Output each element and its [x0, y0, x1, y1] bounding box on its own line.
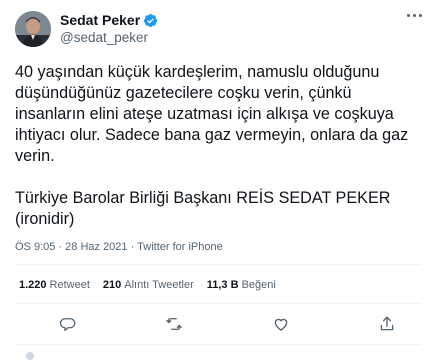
- quotes-stat[interactable]: 210 Alıntı Tweetler: [103, 279, 194, 291]
- more-dots-icon[interactable]: [407, 14, 422, 17]
- reply-icon[interactable]: [57, 313, 79, 335]
- tweet-line: 40 yaşından küçük kardeşlerim, namuslu o…: [15, 63, 380, 81]
- tweet-text: 40 yaşından küçük kardeşlerim, namuslu o…: [15, 62, 425, 230]
- tweet-line: verin.: [15, 147, 55, 165]
- action-bar: [0, 313, 436, 335]
- verified-badge-icon: [143, 13, 158, 28]
- quotes-label: Alıntı Tweetler: [124, 279, 194, 291]
- tweet-card: Sedat Peker @sedat_peker 40 yaşından küç…: [0, 0, 436, 360]
- retweets-stat[interactable]: 1.220 Retweet: [19, 279, 90, 291]
- quotes-count: 210: [102, 279, 122, 291]
- author-name-row[interactable]: Sedat Peker: [60, 12, 158, 28]
- tweet-line: düşündüğünüz gazetecilere coşku verin, ç…: [15, 84, 352, 102]
- avatar[interactable]: [15, 11, 51, 47]
- tweet-line: insanların elini ateşe uzatması için alk…: [15, 105, 394, 123]
- tweet-stats: 1.220 Retweet 210 Alıntı Tweetler 11,3 B Be…: [19, 279, 289, 291]
- divider: [15, 303, 421, 304]
- tweet-date[interactable]: 28 Haz 2021: [65, 241, 127, 253]
- likes-count: 11,3 B: [206, 279, 239, 291]
- tweet-source[interactable]: Twitter for iPhone: [137, 241, 223, 253]
- share-icon[interactable]: [376, 313, 398, 335]
- meta-separator: ·: [58, 241, 63, 253]
- tweet-line: (ironidir): [15, 210, 75, 228]
- avatar-photo: [15, 11, 51, 47]
- tweet-line: Türkiye Barolar Birliği Başkanı REİS SED…: [15, 189, 391, 207]
- likes-label: Beğeni: [241, 279, 276, 291]
- reply-avatar: [26, 352, 34, 360]
- likes-stat[interactable]: 11,3 B Beğeni: [207, 279, 276, 291]
- heart-icon[interactable]: [270, 313, 292, 335]
- divider: [15, 344, 421, 345]
- tweet-meta: ÖS 9:05 · 28 Haz 2021 · Twitter for iPho…: [15, 241, 223, 253]
- retweets-label: Retweet: [49, 279, 90, 291]
- tweet-line: ihtiyacı olur. Sadece bana gaz vermeyin,…: [15, 126, 409, 144]
- retweet-icon[interactable]: [163, 313, 185, 335]
- meta-separator: ·: [130, 241, 135, 253]
- divider: [15, 264, 421, 265]
- author-handle[interactable]: @sedat_peker: [60, 30, 148, 45]
- author-display-name[interactable]: Sedat Peker: [60, 12, 140, 28]
- retweets-count: 1.220: [19, 279, 47, 291]
- tweet-time[interactable]: ÖS 9:05: [15, 241, 55, 253]
